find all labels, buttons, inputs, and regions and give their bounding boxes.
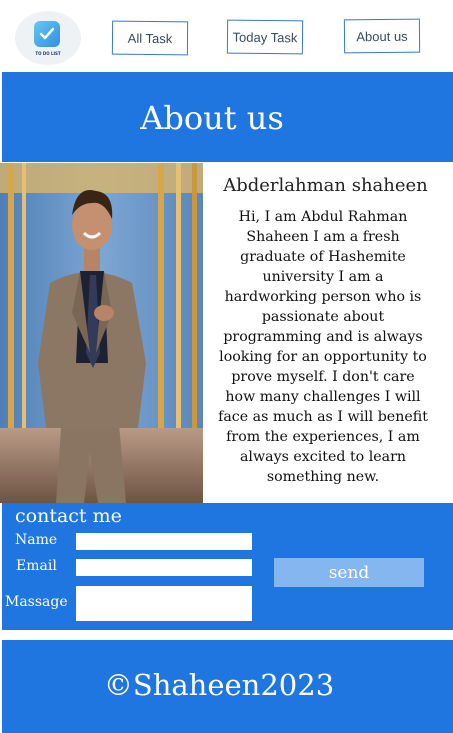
send-button[interactable]: send [274, 558, 424, 587]
about-section: Abderlahman shaheen Hi, I am Abdul Rahma… [203, 163, 453, 503]
contact-form: contact me Name Email Massage send [2, 503, 453, 630]
nav-today-task-button[interactable]: Today Task [226, 19, 304, 55]
message-label: Massage [5, 594, 68, 610]
todo-list-logo[interactable]: TO DO LIST [15, 11, 81, 65]
name-input[interactable] [76, 533, 252, 550]
copyright-text: ©Shaheen2023 [103, 668, 335, 702]
profile-bio: Hi, I am Abdul Rahman Shaheen I am a fre… [218, 209, 428, 485]
profile-name: Abderlahman shaheen [223, 175, 428, 196]
contact-title: contact me [15, 505, 122, 527]
page-title: About us [140, 99, 284, 137]
footer: ©Shaheen2023 [2, 640, 453, 733]
profile-photo [0, 163, 203, 503]
message-input[interactable] [76, 586, 252, 621]
email-input[interactable] [76, 559, 252, 576]
nav-about-us-button[interactable]: About us [343, 18, 421, 54]
about-banner: About us [2, 72, 453, 162]
name-label: Name [15, 532, 58, 548]
navbar: TO DO LIST All Task Today Task About us [0, 0, 453, 72]
logo-text: TO DO LIST [35, 51, 61, 56]
nav-all-task-button[interactable]: All Task [111, 20, 189, 56]
checkmark-icon [34, 21, 60, 47]
email-label: Email [16, 558, 57, 574]
